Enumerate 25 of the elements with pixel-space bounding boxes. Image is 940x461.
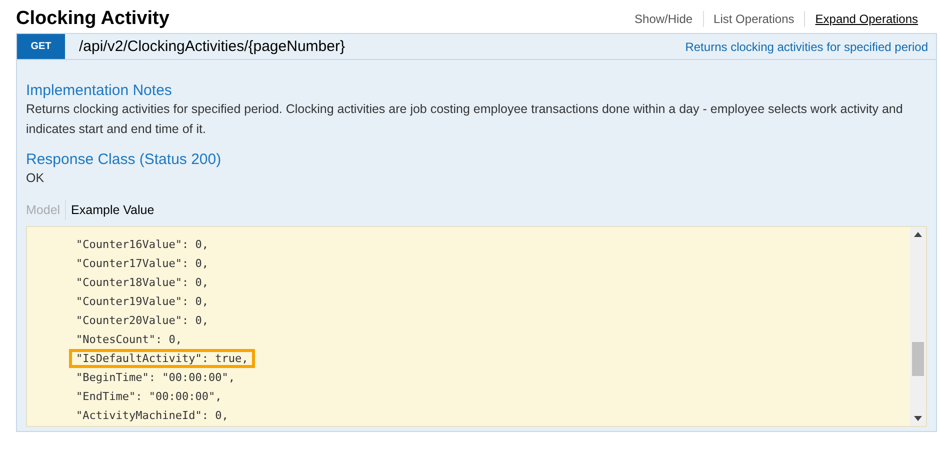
method-badge[interactable]: GET bbox=[17, 34, 65, 59]
code-line: "Counter18Value": 0, bbox=[75, 275, 210, 291]
down-arrow-icon[interactable] bbox=[914, 416, 922, 421]
status-text: OK bbox=[26, 170, 46, 187]
notes-text: Returns clocking activities for specified period. Clocking activities are job costing employee transactions done within a day - employee selects work activity and indicates start and end time of it. bbox=[26, 101, 904, 138]
section-title: Clocking Activity bbox=[16, 8, 170, 30]
tab[interactable]: Example Value bbox=[65, 200, 160, 220]
code-line: "Counter19Value": 0, bbox=[75, 294, 210, 310]
header-link[interactable]: Show/Hide bbox=[624, 10, 703, 26]
operation-summary[interactable]: Returns clocking activities for specified period bbox=[685, 40, 936, 54]
scrollbar-thumb[interactable] bbox=[912, 342, 924, 376]
header-link[interactable]: List Operations bbox=[702, 10, 804, 26]
code-line: "Counter16Value": 0, bbox=[75, 237, 210, 253]
code-line: "EndTime": "00:00:00", bbox=[75, 389, 223, 405]
code-line: "Counter20Value": 0, bbox=[75, 313, 210, 329]
section-heading: Implementation Notes bbox=[26, 82, 173, 99]
scrollbar[interactable] bbox=[910, 227, 926, 426]
up-arrow-icon[interactable] bbox=[914, 232, 922, 237]
code-line: "BeginTime": "00:00:00", bbox=[75, 370, 236, 386]
endpoint-path[interactable]: /api/v2/ClockingActivities/{pageNumber} bbox=[65, 38, 686, 55]
header-link[interactable]: Expand Operations bbox=[804, 10, 928, 26]
code-line: "ActivityMachineId": 0, bbox=[75, 408, 230, 424]
code-line: "NotesCount": 0, bbox=[75, 332, 183, 348]
code-line: "Counter17Value": 0, bbox=[75, 256, 210, 272]
section-heading: Response Class (Status 200) bbox=[26, 151, 222, 168]
